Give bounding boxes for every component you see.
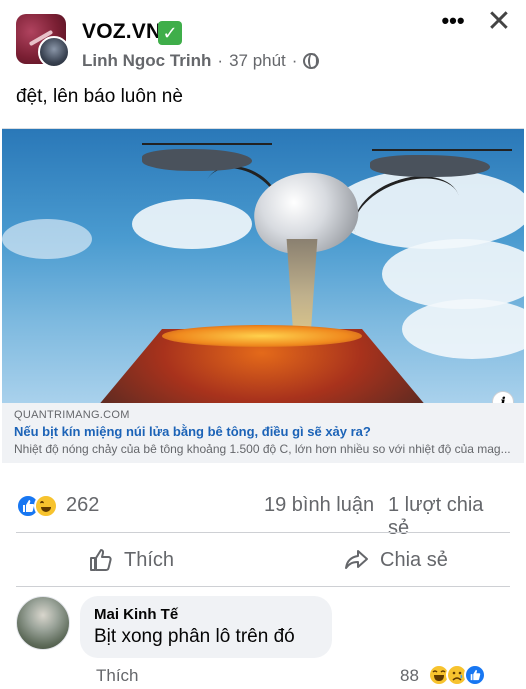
close-icon[interactable]: ✕ (484, 7, 514, 38)
helicopter-left (142, 149, 252, 171)
globe-icon (303, 53, 320, 69)
author-avatar[interactable] (38, 36, 70, 68)
like-reaction-icon (464, 664, 486, 686)
like-thumb-icon (88, 547, 114, 573)
info-icon[interactable]: i (492, 391, 514, 403)
post-stats: 262 19 bình luận 1 lượt chia sẻ (16, 490, 510, 539)
meta-separator: · (217, 51, 224, 70)
like-button-label: Thích (124, 548, 175, 571)
divider-top (16, 532, 510, 533)
share-button[interactable]: Chia sẻ (344, 542, 448, 578)
group-name[interactable]: VOZ.VN (82, 20, 161, 44)
link-preview-card[interactable]: i QUANTRIMANG.COM Nếu bịt kín miệng núi … (2, 128, 524, 463)
comment-item: Mai Kinh Tế Bịt xong phân lô trên đó Thí… (0, 594, 526, 689)
comment-reaction-icons[interactable] (428, 664, 498, 686)
link-description: Nhiệt độ nóng chảy của bê tông khoảng 1.… (14, 442, 511, 456)
post-actions: Thích Chia sẻ (0, 534, 526, 586)
more-icon[interactable]: ••• (438, 10, 468, 36)
share-arrow-icon (344, 548, 370, 572)
link-preview-image[interactable]: i (2, 129, 524, 403)
post-text: đệt, lên báo luôn nè (16, 86, 183, 107)
post-meta: Linh Ngoc Trinh · 37 phút · (82, 51, 320, 71)
reaction-icons[interactable] (16, 494, 62, 518)
comment-reaction-count[interactable]: 88 (400, 666, 419, 686)
comment-text: Bịt xong phân lô trên đó (94, 626, 295, 647)
meta-separator-2: · (291, 51, 298, 70)
divider-bottom (16, 586, 510, 587)
volcano-crater (162, 325, 362, 347)
like-button[interactable]: Thích (88, 542, 174, 578)
comment-like-button[interactable]: Thích (96, 666, 139, 686)
comment-count[interactable]: 19 bình luận (264, 494, 374, 517)
verified-check-icon: ✓ (158, 21, 182, 45)
link-domain: QUANTRIMANG.COM (14, 409, 130, 421)
author-name[interactable]: Linh Ngoc Trinh (82, 51, 211, 71)
commenter-avatar[interactable] (16, 596, 70, 650)
share-button-label: Chia sẻ (380, 548, 448, 571)
reaction-count[interactable]: 262 (66, 494, 99, 517)
comment-bubble[interactable]: Mai Kinh Tế Bịt xong phân lô trên đó (80, 596, 332, 658)
post-header: VOZ.VN ✓ Linh Ngoc Trinh · 37 phút · •••… (0, 0, 526, 84)
post-time[interactable]: 37 phút (229, 51, 286, 71)
helicopter-right (370, 155, 490, 177)
commenter-name[interactable]: Mai Kinh Tế (94, 606, 318, 623)
link-preview-info[interactable]: QUANTRIMANG.COM Nếu bịt kín miệng núi lử… (2, 403, 524, 463)
link-title[interactable]: Nếu bịt kín miệng núi lửa bằng bê tông, … (14, 424, 512, 439)
haha-reaction-icon (34, 494, 58, 518)
